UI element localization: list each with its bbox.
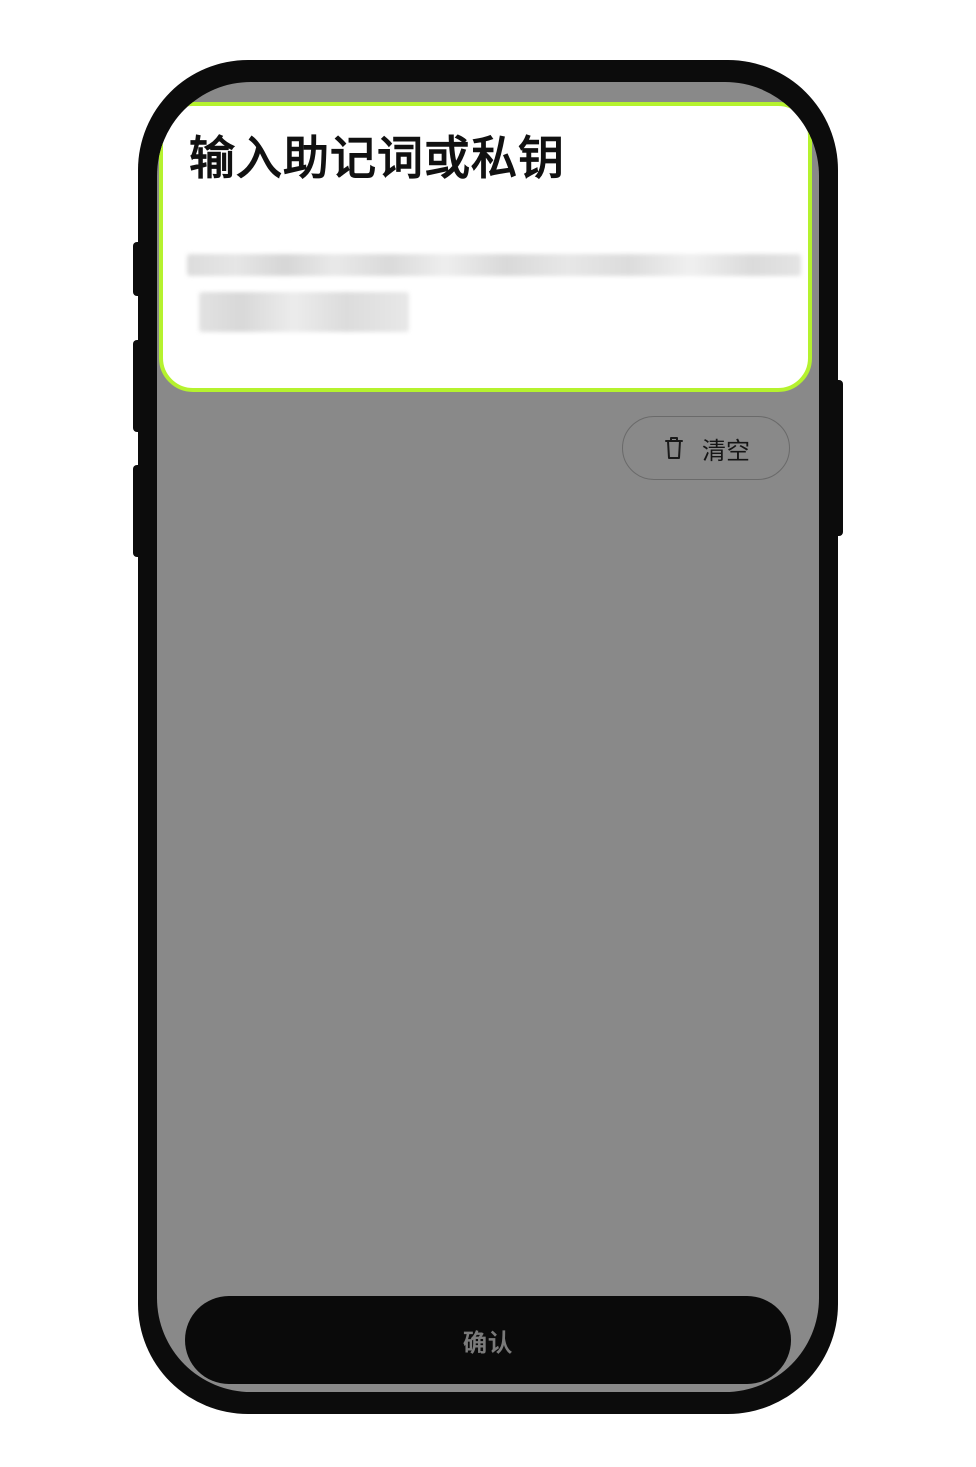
- clear-button[interactable]: 清空: [622, 416, 790, 480]
- redacted-mnemonic-text-line-2: [199, 292, 409, 332]
- mnemonic-input-card[interactable]: 输入助记词或私钥: [159, 102, 812, 392]
- clear-button-label: 清空: [702, 436, 750, 465]
- confirm-button-label: 确认: [463, 1328, 513, 1357]
- page: 输入助记词或私钥 清空 确认: [0, 0, 976, 1467]
- redacted-mnemonic-text-line-1: [187, 254, 801, 276]
- trash-icon: [665, 437, 683, 459]
- mnemonic-input-title: 输入助记词或私钥: [189, 131, 565, 185]
- confirm-button[interactable]: 确认: [185, 1296, 791, 1384]
- phone-screen: 输入助记词或私钥 清空 确认: [157, 82, 819, 1392]
